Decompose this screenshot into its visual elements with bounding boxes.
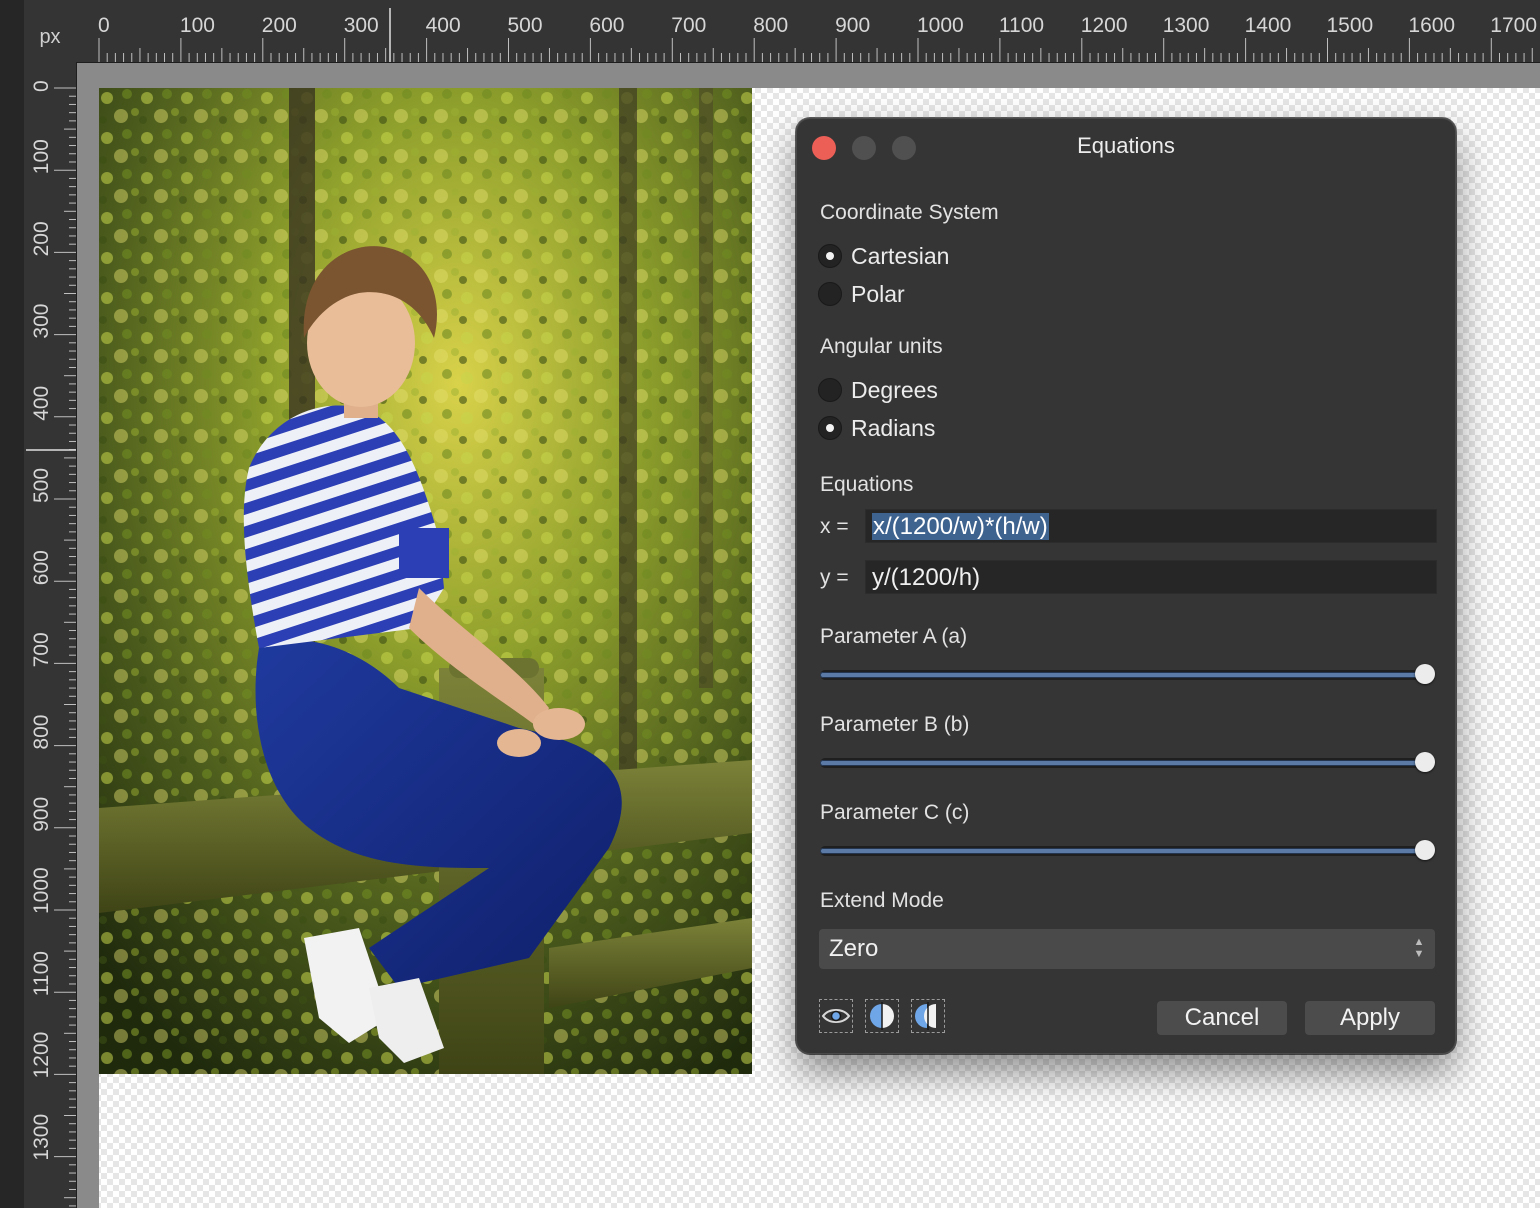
ruler-label: 1100 [999,14,1044,37]
horizontal-ruler[interactable]: 0 100 200 300 400 500 600 700 800 900 1000 1100 1200… [24,0,1540,63]
split-view-icon-glyph [870,1002,894,1030]
ruler-label: 500 [508,14,543,37]
parameter-a-label: Parameter A (a) [820,625,968,648]
radio-label: Cartesian [851,242,950,269]
eye-icon[interactable] [819,999,853,1033]
ruler-label: 1000 [30,867,53,914]
ruler-label: 1200 [1081,14,1128,37]
ruler-label: 100 [180,14,215,37]
ruler-label: 1700 [1490,14,1537,37]
slider-thumb[interactable] [1415,664,1435,684]
y-equation-prefix: y = [820,566,849,589]
equations-label: Equations [820,473,914,496]
ruler-label: 600 [589,14,624,37]
parameter-b-label: Parameter B (b) [820,713,970,736]
split-view-icon[interactable] [865,999,899,1033]
app-window: 0 100 200 300 400 500 600 700 800 900 1000 1100 1200… [0,0,1540,1208]
ruler-label: 800 [30,715,53,750]
canvas-margin-top [77,63,1540,88]
radio-degrees[interactable]: Degrees [818,375,938,405]
ruler-label: 600 [30,550,53,585]
ruler-unit-label: px [24,0,76,62]
slider-track [820,760,1425,766]
ruler-label: 500 [30,468,53,503]
radio-radians[interactable]: Radians [818,413,935,443]
ruler-label: 0 [98,14,110,37]
ruler-label: 900 [835,14,870,37]
ruler-label: 700 [671,14,706,37]
ruler-label: 1600 [1408,14,1455,37]
slider-thumb[interactable] [1415,752,1435,772]
left-toolbar-strip [0,0,24,1208]
radio-label: Degrees [851,376,938,403]
x-equation-prefix: x = [820,515,849,538]
ruler-label: 1200 [30,1032,53,1079]
ruler-label: 200 [30,221,53,256]
ruler-label: 400 [426,14,461,37]
ruler-label: 700 [30,632,53,667]
ruler-label: 1000 [917,14,964,37]
parameter-a-slider[interactable] [820,663,1435,687]
radio-indicator [818,282,842,306]
ruler-label: 100 [30,139,53,174]
ruler-label: 1100 [30,951,53,996]
ruler-label: 200 [262,14,297,37]
apply-button[interactable]: Apply [1305,1001,1435,1035]
y-equation-row: y = y/(1200/h) [820,560,1440,596]
parameter-c-slider[interactable] [820,839,1435,863]
cancel-button[interactable]: Cancel [1157,1001,1287,1035]
angular-units-label: Angular units [820,335,943,358]
ruler-label: 1300 [30,1114,53,1161]
x-equation-selected-text: x/(1200/w)*(h/w) [872,513,1049,540]
ruler-label: 400 [30,386,53,421]
parameter-b-slider[interactable] [820,751,1435,775]
ruler-label: 1300 [1163,14,1210,37]
radio-indicator [818,378,842,402]
radio-label: Radians [851,414,936,441]
radio-indicator [818,416,842,440]
mirror-split-icon[interactable] [911,999,945,1033]
vertical-ruler[interactable]: 0 100 200 300 400 500 600 700 800 900 1000 1100 1200… [24,62,77,1208]
slider-track [820,672,1425,678]
radio-indicator [818,244,842,268]
y-equation-input[interactable]: y/(1200/h) [865,560,1437,594]
chevron-up-down-icon: ▲ ▼ [1413,936,1425,960]
eye-icon-glyph [821,1009,851,1023]
dialog-title: Equations [1077,133,1175,158]
x-equation-input[interactable]: x/(1200/w)*(h/w) [865,509,1437,543]
extend-mode-label: Extend Mode [820,889,944,912]
ruler-label: 900 [30,797,53,832]
equations-dialog: Equations Coordinate System Cartesian Po… [796,118,1456,1054]
ruler-label: 1500 [1327,14,1374,37]
parameter-c-label: Parameter C (c) [820,801,970,824]
radio-polar[interactable]: Polar [818,279,905,309]
radio-label: Polar [851,280,905,307]
ruler-label: 0 [30,80,53,92]
ruler-label: 300 [30,304,53,339]
extend-mode-value: Zero [829,935,879,962]
slider-thumb[interactable] [1415,840,1435,860]
x-equation-row: x = x/(1200/w)*(h/w) [820,509,1440,545]
ruler-label: 1400 [1245,14,1292,37]
radio-cartesian[interactable]: Cartesian [818,241,949,271]
slider-track [820,848,1425,854]
coordinate-system-label: Coordinate System [820,201,999,224]
mirror-split-icon-glyph [915,1002,936,1030]
canvas-margin-left [77,63,99,1208]
extend-mode-select[interactable]: Zero ▲ ▼ [819,929,1435,969]
ruler-label: 800 [753,14,788,37]
ruler-label: 300 [344,14,379,37]
photo-image [99,88,752,1074]
photo-layer[interactable] [99,88,752,1074]
